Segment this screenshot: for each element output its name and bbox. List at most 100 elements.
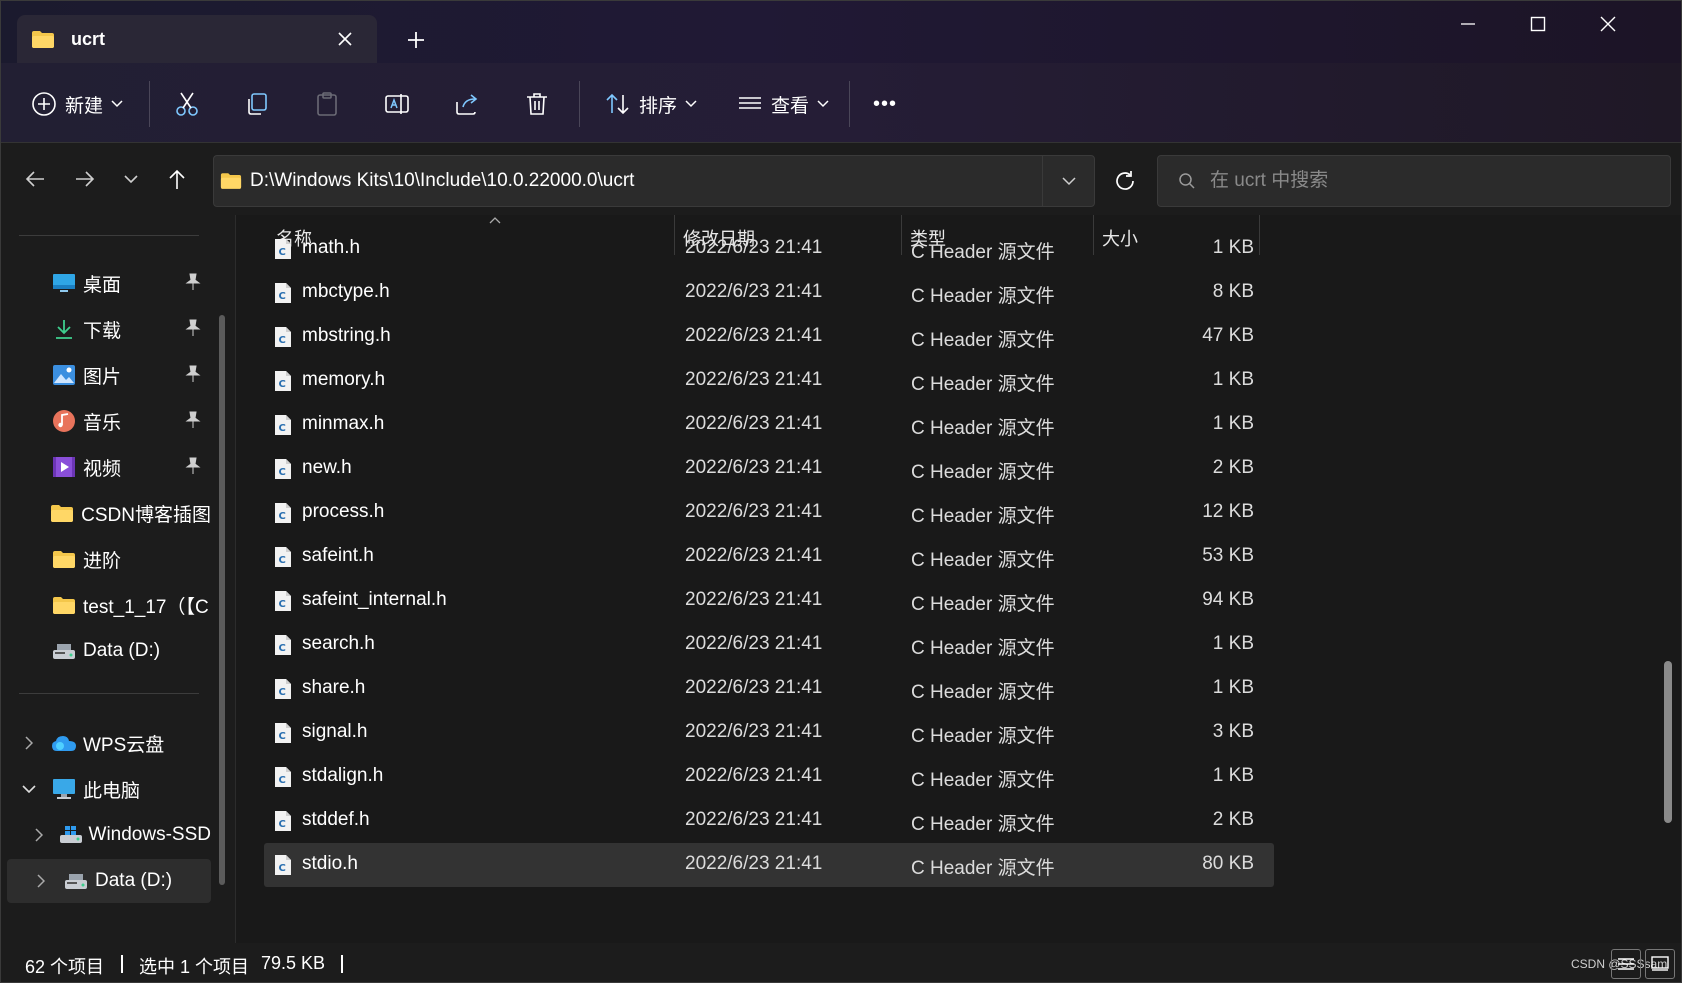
tab-ucrt[interactable]: ucrt [17, 15, 377, 63]
svg-text:C: C [279, 247, 286, 258]
selection-count: 选中 1 个项目 [139, 957, 250, 977]
sort-button[interactable]: 排序 [605, 83, 697, 125]
sidebar-item-label: 图片 [83, 366, 122, 388]
sidebar-item-label: 音乐 [83, 412, 122, 434]
minimize-button[interactable] [1433, 1, 1503, 47]
forward-button[interactable] [67, 161, 103, 197]
file-date: 2022/6/23 21:41 [685, 457, 823, 478]
refresh-icon [1116, 171, 1134, 190]
recent-locations-button[interactable] [113, 161, 149, 197]
file-row[interactable]: Csafeint.h 2022/6/23 21:41 C Header 源文件 53 … [264, 535, 1274, 579]
file-row[interactable]: Cmemory.h 2022/6/23 21:41 C Header 源文件 1 KB [264, 359, 1274, 403]
view-button[interactable]: 查看 [737, 83, 829, 125]
file-date: 2022/6/23 21:41 [685, 809, 823, 830]
new-button[interactable]: 新建 [31, 83, 123, 125]
back-button[interactable] [17, 161, 53, 197]
file-name: mbstring.h [302, 325, 391, 346]
sidebar-item-csdn-folder[interactable]: CSDN博客插图 [1, 491, 211, 535]
status-separator [121, 955, 123, 973]
file-list-scrollbar[interactable] [1664, 661, 1672, 823]
sidebar-item-test-folder[interactable]: test_1_17（【C [1, 583, 211, 627]
file-type: C Header 源文件 [911, 594, 1055, 615]
address-bar[interactable]: D:\Windows Kits\10\Include\10.0.22000.0\… [213, 155, 1095, 207]
tiles-view-button[interactable] [1645, 949, 1675, 979]
close-tab-icon[interactable] [331, 25, 359, 53]
rename-button[interactable] [383, 83, 411, 125]
selection-size: 79.5 KB [261, 953, 326, 973]
sidebar-item-music[interactable]: 音乐 [1, 399, 211, 443]
chevron-right-icon[interactable] [33, 828, 45, 842]
close-window-button[interactable] [1573, 1, 1643, 47]
chevron-down-icon[interactable] [21, 785, 37, 793]
svg-text:C: C [279, 775, 286, 786]
trash-icon [527, 93, 547, 115]
file-type: C Header 源文件 [911, 286, 1055, 307]
clipboard-icon [317, 92, 337, 116]
search-input[interactable] [1210, 170, 1630, 192]
pin-icon [185, 319, 201, 336]
sidebar-item-data-drive-tree[interactable]: Data (D:) [7, 859, 211, 903]
new-label: 新建 [65, 95, 104, 117]
sidebar-item-advanced-folder[interactable]: 进阶 [1, 537, 211, 581]
share-button[interactable] [453, 83, 481, 125]
refresh-button[interactable] [1099, 155, 1151, 207]
sidebar-item-videos[interactable]: 视频 [1, 445, 211, 489]
address-dropdown-button[interactable] [1042, 156, 1094, 206]
sort-label: 排序 [639, 95, 678, 117]
file-row[interactable]: Cminmax.h 2022/6/23 21:41 C Header 源文件 1 KB [264, 403, 1274, 447]
more-options-button[interactable]: ••• [873, 83, 897, 125]
svg-text:C: C [279, 731, 286, 742]
chevron-right-icon[interactable] [21, 736, 37, 750]
file-row[interactable]: Cstdio.h 2022/6/23 21:41 C Header 源文件 80 KB [264, 843, 1274, 887]
search-box[interactable] [1157, 155, 1671, 207]
cut-button[interactable] [173, 83, 201, 125]
file-row[interactable]: Cstdalign.h 2022/6/23 21:41 C Header 源文件 1 … [264, 755, 1274, 799]
folder-icon [51, 547, 77, 571]
file-name: process.h [302, 501, 385, 522]
sidebar-item-downloads[interactable]: 下载 [1, 307, 211, 351]
sidebar-item-windows-ssd[interactable]: Windows-SSD [1, 813, 211, 857]
file-name: minmax.h [302, 413, 385, 434]
file-row[interactable]: Cstddef.h 2022/6/23 21:41 C Header 源文件 2 KB [264, 799, 1274, 843]
c-header-file-icon: C [275, 679, 291, 699]
sidebar-item-label: 下载 [83, 320, 122, 342]
file-name: signal.h [302, 721, 368, 742]
file-size: 53 KB [1202, 545, 1254, 566]
file-row[interactable]: Cprocess.h 2022/6/23 21:41 C Header 源文件 12 … [264, 491, 1274, 535]
file-row[interactable]: Csearch.h 2022/6/23 21:41 C Header 源文件 1 KB [264, 623, 1274, 667]
up-button[interactable] [159, 161, 195, 197]
file-row[interactable]: Cmbstring.h 2022/6/23 21:41 C Header 源文件 47… [264, 315, 1274, 359]
sidebar-item-desktop[interactable]: 桌面 [1, 261, 211, 305]
copy-button[interactable] [243, 83, 271, 125]
paste-button[interactable] [313, 83, 341, 125]
file-row[interactable]: Cmbctype.h 2022/6/23 21:41 C Header 源文件 8 K… [264, 271, 1274, 315]
file-row[interactable]: Cmath.h 2022/6/23 21:41 C Header 源文件 1 KB [264, 227, 1274, 271]
c-header-file-icon: C [275, 811, 291, 831]
sidebar-scrollbar[interactable] [219, 315, 225, 885]
new-tab-button[interactable] [399, 23, 433, 57]
sidebar-item-pictures[interactable]: 图片 [1, 353, 211, 397]
sidebar-item-data-drive[interactable]: Data (D:) [1, 629, 211, 673]
file-type: C Header 源文件 [911, 242, 1055, 263]
file-row[interactable]: Cnew.h 2022/6/23 21:41 C Header 源文件 2 KB [264, 447, 1274, 491]
sidebar-item-label: Windows-SSD [88, 824, 211, 845]
chevron-down-icon [685, 100, 697, 108]
scissors-icon [176, 92, 198, 116]
sidebar-item-label: 视频 [83, 458, 122, 480]
sidebar-item-label: 桌面 [83, 274, 122, 296]
sidebar-divider [19, 693, 199, 694]
folder-icon [51, 593, 77, 617]
sidebar-item-this-pc[interactable]: 此电脑 [1, 767, 211, 811]
download-icon [51, 317, 77, 341]
chevron-right-icon[interactable] [33, 874, 49, 888]
file-date: 2022/6/23 21:41 [685, 325, 823, 346]
delete-button[interactable] [523, 83, 551, 125]
file-name: memory.h [302, 369, 386, 390]
file-row[interactable]: Cshare.h 2022/6/23 21:41 C Header 源文件 1 KB [264, 667, 1274, 711]
maximize-button[interactable] [1503, 1, 1573, 47]
file-row[interactable]: Csignal.h 2022/6/23 21:41 C Header 源文件 3 KB [264, 711, 1274, 755]
file-row[interactable]: Csafeint_internal.h 2022/6/23 21:41 C Head… [264, 579, 1274, 623]
sidebar-item-wps-cloud[interactable]: WPS云盘 [1, 721, 211, 765]
copy-icon [248, 93, 267, 115]
details-view-button[interactable] [1611, 949, 1641, 979]
